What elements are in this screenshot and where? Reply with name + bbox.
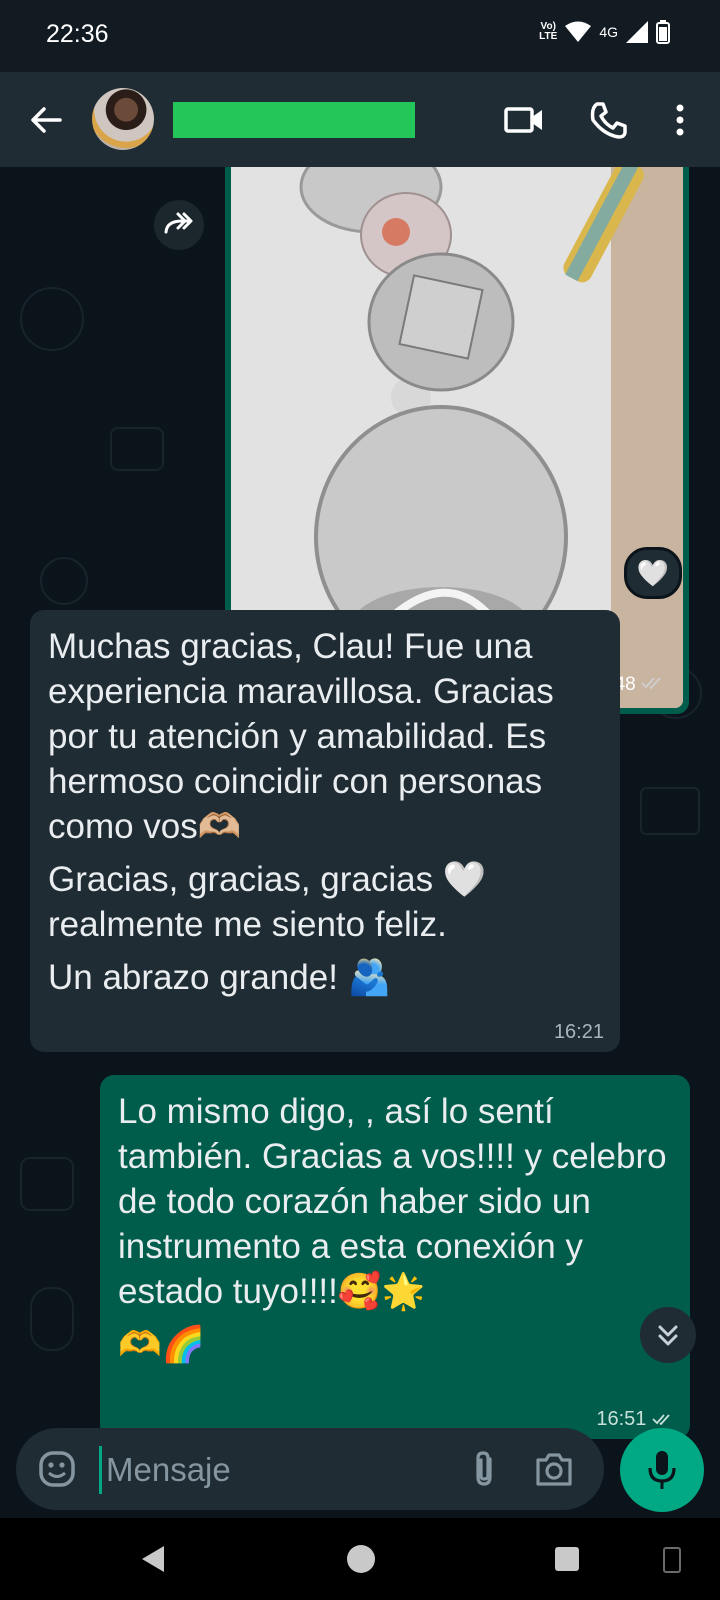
status-time: 22:36 xyxy=(46,20,109,48)
network-label: 4G xyxy=(599,24,618,40)
video-call-icon[interactable] xyxy=(504,100,544,140)
nav-recents-icon[interactable] xyxy=(554,1546,580,1572)
back-arrow-icon[interactable] xyxy=(26,100,66,140)
forward-button[interactable] xyxy=(154,200,204,250)
incoming-message[interactable]: Muchas gracias, Clau! Fue una experienci… xyxy=(30,610,620,1052)
voice-call-icon[interactable] xyxy=(588,100,628,140)
battery-icon xyxy=(656,20,670,44)
forward-icon xyxy=(164,212,193,234)
outgoing-message-text: Lo mismo digo, , así lo sentí también. G… xyxy=(118,1092,667,1364)
chat-header xyxy=(0,72,720,167)
message-input[interactable] xyxy=(99,1446,458,1494)
status-bar: 22:36 Vo) LTE 4G xyxy=(0,0,720,72)
incoming-message-text: Muchas gracias, Clau! Fue una experienci… xyxy=(48,627,554,997)
wallpaper-doodle xyxy=(640,787,700,835)
wallpaper-doodle xyxy=(40,557,88,605)
wallpaper-doodle xyxy=(110,427,164,471)
wallpaper-doodle xyxy=(20,287,84,351)
wallpaper-doodle xyxy=(20,1157,74,1211)
sticker-icon[interactable] xyxy=(38,1450,76,1488)
wallpaper-doodle xyxy=(30,1287,74,1351)
attach-icon[interactable] xyxy=(468,1450,502,1488)
double-chevron-down-icon xyxy=(658,1325,678,1346)
incoming-timestamp: 16:21 xyxy=(553,1021,604,1043)
heart-reaction[interactable]: 🤍 xyxy=(624,547,682,599)
microphone-icon xyxy=(648,1451,676,1489)
voice-record-button[interactable] xyxy=(620,1428,704,1512)
wifi-icon xyxy=(565,21,592,42)
contact-name[interactable] xyxy=(173,102,415,138)
outgoing-message[interactable]: Lo mismo digo, , así lo sentí también. G… xyxy=(100,1075,690,1439)
camera-icon[interactable] xyxy=(534,1450,574,1488)
status-icons: Vo) LTE 4G xyxy=(539,20,670,44)
scroll-to-bottom-button[interactable] xyxy=(640,1307,696,1363)
system-nav-bar xyxy=(0,1518,720,1600)
contact-avatar[interactable] xyxy=(92,88,154,150)
more-options-icon[interactable] xyxy=(660,100,700,140)
message-composer xyxy=(16,1428,604,1510)
volte-icon: Vo) LTE xyxy=(539,21,558,42)
nav-home-icon[interactable] xyxy=(346,1544,376,1574)
rotate-screen-icon[interactable] xyxy=(662,1546,682,1574)
chat-area[interactable]: 14:48 🤍 Muchas gracias, Clau! Fue una ex… xyxy=(0,167,720,1485)
read-receipt-icon xyxy=(652,1414,670,1426)
read-receipt-icon xyxy=(641,677,661,690)
signal-icon xyxy=(626,21,648,43)
nav-back-icon[interactable] xyxy=(138,1544,168,1574)
